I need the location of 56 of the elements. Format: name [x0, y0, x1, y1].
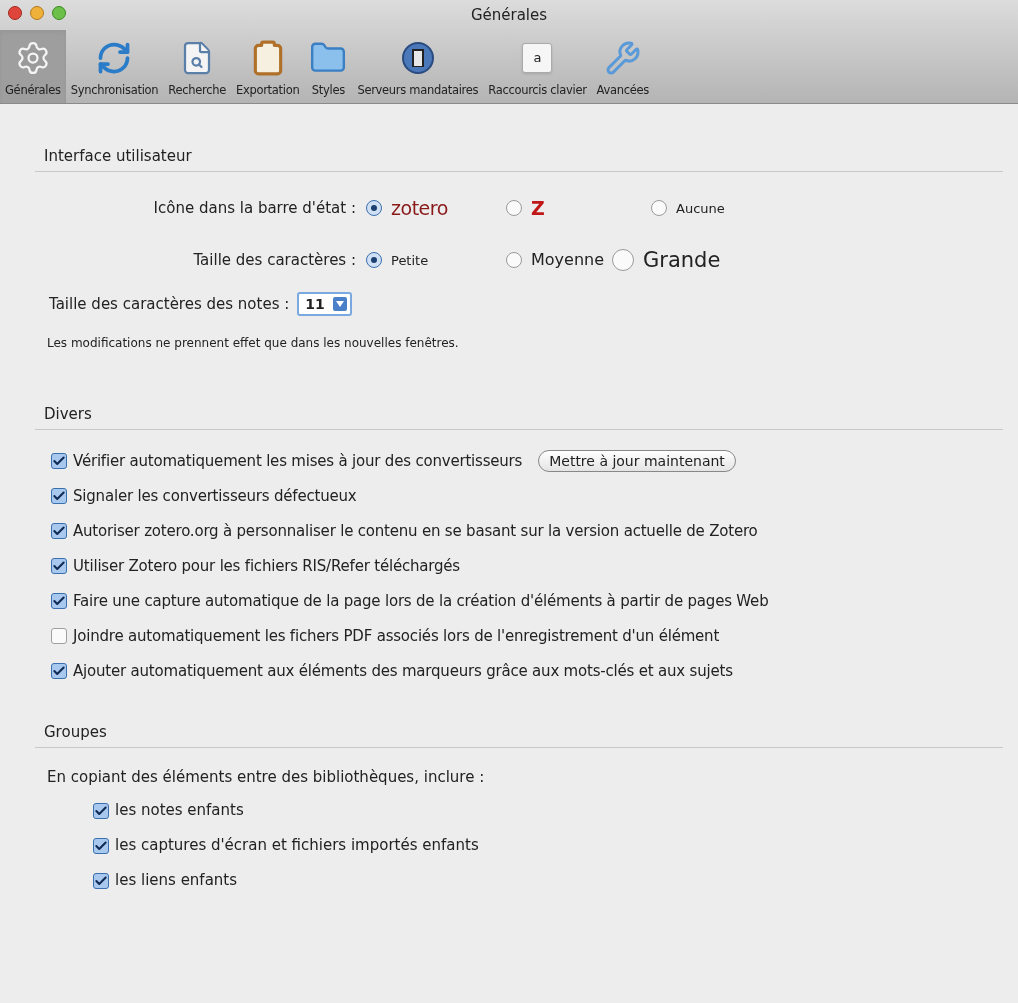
section-title: Divers	[44, 405, 92, 423]
option-label: Z	[531, 196, 545, 221]
checkbox-label: Utiliser Zotero pour les fichiers RIS/Refer téléchargés	[73, 555, 460, 577]
option-label: Grande	[643, 246, 721, 274]
checkbox-label: Faire une capture automatique de la page lors de la création d'éléments à partir de pages Web	[73, 590, 769, 612]
checkbox-label: les liens enfants	[115, 870, 238, 892]
zoom-button[interactable]	[52, 6, 66, 20]
key-icon: a	[522, 42, 553, 73]
tools-icon	[604, 39, 641, 76]
option-label: Petite	[391, 251, 429, 270]
radio-button[interactable]	[651, 200, 667, 217]
update-now-button[interactable]: Mettre à jour maintenant	[538, 450, 736, 472]
radio-button[interactable]	[506, 200, 522, 217]
radio-button[interactable]	[506, 252, 522, 269]
toolbar-tab[interactable]: Recherche	[163, 30, 231, 103]
checkbox-label: les notes enfants	[115, 800, 244, 822]
window-title: Générales	[470, 4, 548, 26]
checkbox[interactable]	[93, 837, 109, 854]
toolbar-tab[interactable]: Serveurs mandataires	[352, 30, 484, 103]
option-label: zotero	[391, 196, 448, 221]
info-note: Les modifications ne prennent effet que dans les nouvelles fenêtres.	[47, 335, 460, 352]
close-button[interactable]	[8, 6, 22, 20]
font-size-dropdown[interactable]: 11	[297, 292, 352, 316]
checkbox-label: Autoriser zotero.org à personnaliser le contenu en se basant sur la version actuelle de Zotero	[73, 520, 758, 542]
checkbox[interactable]	[51, 453, 67, 469]
checkbox[interactable]	[51, 558, 67, 574]
checkbox[interactable]	[51, 488, 67, 504]
option-label: Moyenne	[531, 249, 605, 272]
checkbox-label: les captures d'écran et fichiers importés enfants	[115, 835, 479, 857]
field-label: Taille des caractères :	[192, 250, 357, 271]
checkbox[interactable]	[51, 628, 67, 644]
toolbar-tab[interactable]: Générales	[0, 30, 66, 103]
checkbox-label: Joindre automatiquement les fichers PDF associés lors de l'enregistrement d'un élément	[73, 625, 720, 647]
checkbox[interactable]	[93, 872, 109, 889]
radio-button[interactable]	[366, 252, 382, 269]
toolbar-tab[interactable]: Styles	[304, 30, 353, 103]
checkbox[interactable]	[93, 802, 109, 819]
toolbar-tab[interactable]: Avancées	[591, 30, 654, 103]
section-title: Interface utilisateur	[44, 147, 192, 165]
radio-button[interactable]	[366, 200, 382, 217]
section-title: Groupes	[44, 723, 107, 741]
checkbox[interactable]	[51, 663, 67, 679]
checkbox-label: Signaler les convertisseurs défectueux	[73, 485, 357, 507]
toolbar-tab[interactable]: Synchronisation	[65, 30, 164, 103]
groups-intro: En copiant des éléments entre des bibliothèques, inclure :	[47, 767, 486, 788]
field-label: Icône dans la barre d'état :	[152, 198, 357, 219]
field-label: Taille des caractères des notes :	[48, 293, 291, 315]
door-icon	[400, 40, 435, 75]
toolbar-tab[interactable]: a Raccourcis clavier	[483, 30, 592, 103]
radio-button[interactable]	[612, 249, 635, 272]
checkbox[interactable]	[51, 523, 67, 539]
option-label: Aucune	[676, 199, 725, 218]
checkbox-label: Vérifier automatiquement les mises à jour des convertisseurs	[73, 450, 523, 472]
toolbar-tab[interactable]: Exportation	[230, 30, 305, 103]
checkbox-label: Ajouter automatiquement aux éléments des marqueurs grâce aux mots-clés et aux sujets	[73, 660, 733, 682]
checkbox[interactable]	[51, 593, 67, 609]
